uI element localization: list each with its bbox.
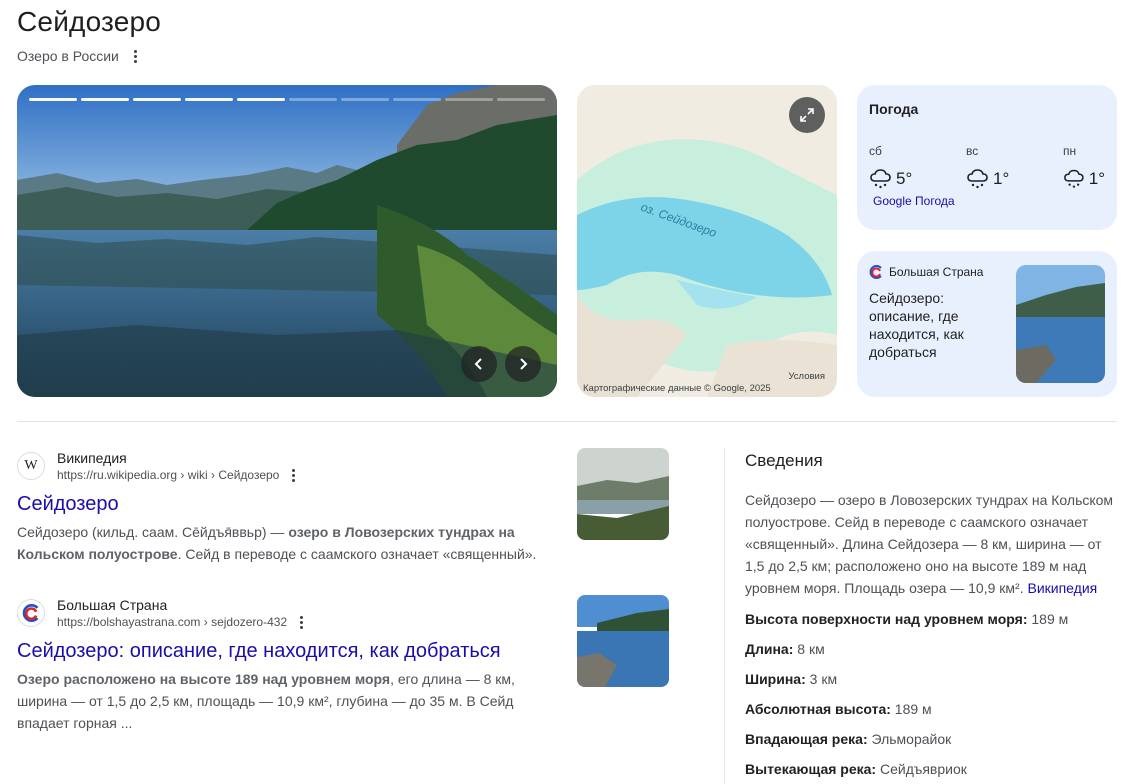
kp-fact: Ширина: 3 км <box>745 671 838 687</box>
section-divider <box>17 421 1117 422</box>
weather-card[interactable]: Погода сб 5° вс 1° пн 1° Google Погода <box>857 85 1117 230</box>
snow-cloud-icon <box>967 169 988 189</box>
card-image <box>1016 265 1105 383</box>
weather-day: вс 1° <box>966 144 1010 189</box>
result-options-icon[interactable] <box>295 614 307 630</box>
map-thumbnail[interactable]: оз. Сейдозеро Картографические данные © … <box>577 85 837 397</box>
result-thumbnail[interactable] <box>577 595 669 687</box>
weather-day: сб 5° <box>869 144 913 189</box>
column-divider <box>724 448 725 784</box>
search-result: Большая Страна https://bolshayastrana.co… <box>17 596 557 734</box>
result-options-icon[interactable] <box>287 467 299 483</box>
kp-description: Сейдозеро — озеро в Ловозерских тундрах … <box>745 492 1114 596</box>
kp-source-link[interactable]: Википедия <box>1027 580 1097 596</box>
entity-subtitle: Озеро в России <box>17 48 141 64</box>
wikipedia-favicon-icon: W <box>17 452 45 480</box>
kp-heading: Сведения <box>745 451 823 470</box>
map-terms-link[interactable]: Условия <box>788 371 825 382</box>
more-options-icon[interactable] <box>129 48 141 64</box>
result-title-link[interactable]: Сейдозеро: описание, где находится, как … <box>17 638 557 664</box>
carousel-progress <box>29 98 545 101</box>
weather-temp: 5° <box>896 169 913 188</box>
article-card[interactable]: Большая Страна Сейдозеро: описание, где … <box>857 251 1117 397</box>
result-snippet: Озеро расположено на высоте 189 над уров… <box>17 671 515 731</box>
expand-icon <box>800 108 814 122</box>
page-title: Сейдозеро <box>17 6 162 37</box>
card-title: Сейдозеро: описание, где находится, как … <box>869 290 964 360</box>
google-weather-link[interactable]: Google Погода <box>869 194 1105 208</box>
kp-fact: Длина: 8 км <box>745 641 825 657</box>
weather-title: Погода <box>869 101 919 117</box>
kp-fact: Абсолютная высота: 189 м <box>745 701 932 717</box>
snow-cloud-icon <box>870 169 891 189</box>
bolshaya-strana-favicon-icon <box>17 599 45 627</box>
result-url[interactable]: https://bolshayastrana.com › sejdozero-4… <box>57 614 287 630</box>
map-graphic <box>577 85 837 397</box>
result-site-name[interactable]: Википедия <box>57 449 299 467</box>
map-attribution: Картографические данные © Google, 2025 <box>583 383 771 394</box>
result-thumbnail[interactable] <box>577 448 669 540</box>
result-title-link[interactable]: Сейдозеро <box>17 491 557 517</box>
next-button[interactable] <box>505 346 541 382</box>
photo-carousel[interactable] <box>17 85 557 397</box>
kp-fact: Вытекающая река: Сейдъявриок <box>745 761 967 777</box>
weather-day: пн 1° <box>1063 144 1105 188</box>
kp-fact: Высота поверхности над уровнем моря: 189… <box>745 611 1069 627</box>
search-result: W Википедия https://ru.wikipedia.org › w… <box>17 449 557 565</box>
result-site-name[interactable]: Большая Страна <box>57 596 307 614</box>
result-url[interactable]: https://ru.wikipedia.org › wiki › Сейдоз… <box>57 467 279 483</box>
previous-button[interactable] <box>461 346 497 382</box>
chevron-left-icon <box>474 358 482 370</box>
expand-map-button[interactable] <box>789 97 825 133</box>
bolshaya-strana-logo-icon <box>869 265 882 279</box>
chevron-right-icon <box>520 358 528 370</box>
knowledge-panel: Сведения Сейдозеро — озеро в Ловозерских… <box>745 448 1117 784</box>
snow-cloud-icon <box>1064 169 1084 188</box>
kp-facts: Высота поверхности над уровнем моря: 189… <box>745 609 1117 779</box>
weather-temp: 1° <box>1088 169 1105 188</box>
subtitle-text: Озеро в России <box>17 48 119 64</box>
weather-temp: 1° <box>993 169 1010 188</box>
kp-fact: Впадающая река: Эльморайок <box>745 731 952 747</box>
result-snippet: Сейдозеро (кильд. саам. Се̄йдъя̄ввьр) — … <box>17 524 537 562</box>
